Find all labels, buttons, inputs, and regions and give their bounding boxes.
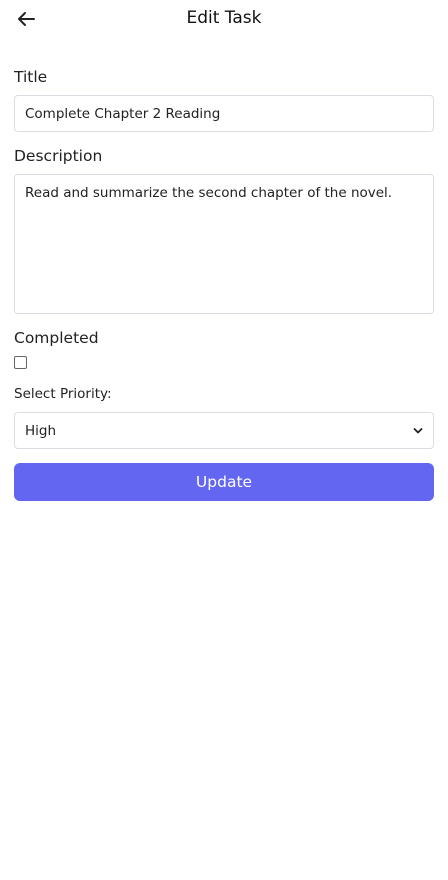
priority-selected-value: High	[25, 422, 57, 439]
title-label: Title	[14, 68, 48, 86]
chevron-down-icon	[413, 426, 423, 436]
header: Edit Task	[0, 0, 448, 38]
description-textarea[interactable]: Read and summarize the second chapter of…	[14, 174, 434, 314]
title-input[interactable]	[14, 95, 434, 132]
completed-label: Completed	[14, 329, 99, 347]
completed-checkbox[interactable]	[14, 356, 27, 369]
description-label: Description	[14, 147, 103, 165]
page-title: Edit Task	[186, 8, 262, 28]
priority-label: Select Priority:	[14, 386, 112, 402]
update-button[interactable]: Update	[14, 463, 434, 501]
priority-select[interactable]: High	[14, 412, 434, 449]
